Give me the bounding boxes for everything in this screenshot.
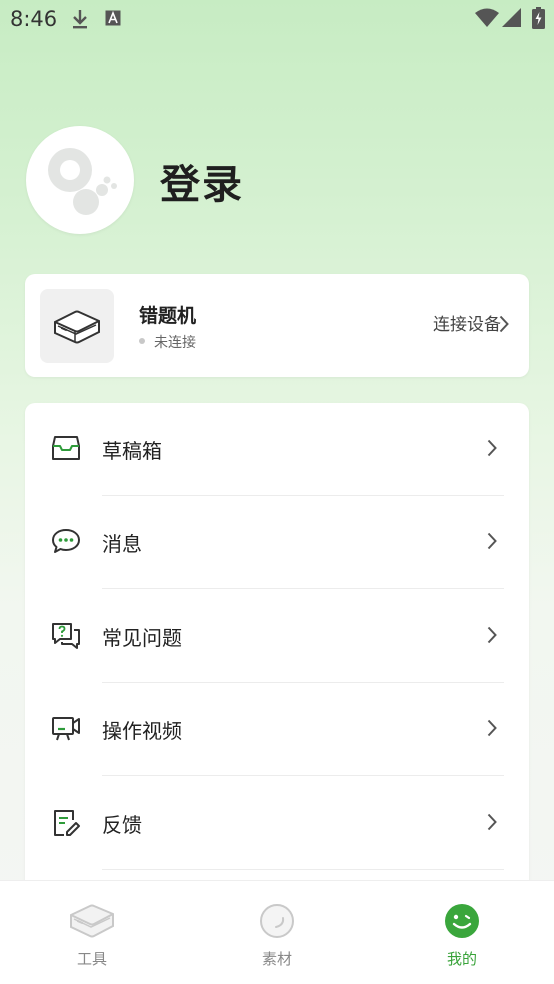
material-icon	[259, 903, 295, 943]
tab-label: 我的	[446, 950, 477, 968]
chevron-right-icon	[487, 439, 497, 461]
connect-device-button[interactable]: 连接设备	[433, 310, 501, 335]
menu-card: 草稿箱 消息 常见问题 操作视频 反馈	[25, 403, 529, 923]
tab-label: 素材	[261, 950, 292, 968]
menu-item-videos[interactable]: 操作视频	[25, 683, 529, 776]
menu-item-drafts[interactable]: 草稿箱	[25, 403, 529, 496]
menu-item-label: 操作视频	[102, 719, 182, 743]
chevron-right-icon	[487, 626, 497, 648]
tab-label: 工具	[76, 950, 107, 968]
menu-item-label: 常见问题	[102, 626, 182, 650]
chevron-right-icon	[487, 719, 497, 741]
chevron-right-icon	[487, 813, 497, 835]
menu-item-label: 消息	[102, 532, 142, 556]
smiley-icon	[444, 903, 480, 943]
tab-tools[interactable]: 工具	[0, 881, 184, 984]
tab-mine[interactable]: 我的	[370, 881, 554, 984]
signal-icon	[502, 8, 522, 32]
bottom-nav: 工具 素材 我的	[0, 880, 554, 984]
divider	[102, 775, 504, 776]
menu-item-messages[interactable]: 消息	[25, 496, 529, 589]
status-dot	[139, 338, 145, 344]
chevron-right-icon	[499, 315, 509, 337]
menu-item-label: 反馈	[102, 813, 142, 837]
device-status-text: 未连接	[154, 335, 196, 351]
video-icon	[51, 714, 81, 746]
faq-icon	[51, 621, 81, 653]
menu-item-feedback[interactable]: 反馈	[25, 777, 529, 870]
printer-icon	[68, 903, 116, 943]
download-icon	[70, 8, 90, 34]
battery-icon	[532, 7, 545, 33]
printer-device-icon	[54, 310, 100, 344]
keyboard-a-icon	[105, 10, 121, 30]
divider	[102, 588, 504, 589]
login-button[interactable]: 登录	[160, 152, 244, 210]
chat-icon	[51, 527, 81, 559]
wifi-icon	[475, 8, 499, 32]
menu-item-label: 草稿箱	[102, 439, 162, 463]
device-name: 错题机	[139, 305, 197, 327]
device-card[interactable]: 错题机 未连接 连接设备	[25, 274, 529, 377]
avatar[interactable]	[26, 126, 134, 234]
feedback-icon	[51, 808, 81, 842]
chevron-right-icon	[487, 532, 497, 554]
device-status: 未连接	[139, 332, 196, 352]
device-thumbnail	[40, 289, 114, 363]
status-bar: 8:46	[0, 0, 554, 38]
divider	[102, 869, 504, 870]
inbox-icon	[51, 434, 81, 466]
app-logo-icon	[48, 148, 117, 215]
menu-item-faq[interactable]: 常见问题	[25, 590, 529, 683]
tab-materials[interactable]: 素材	[185, 881, 369, 984]
status-time: 8:46	[10, 7, 58, 31]
